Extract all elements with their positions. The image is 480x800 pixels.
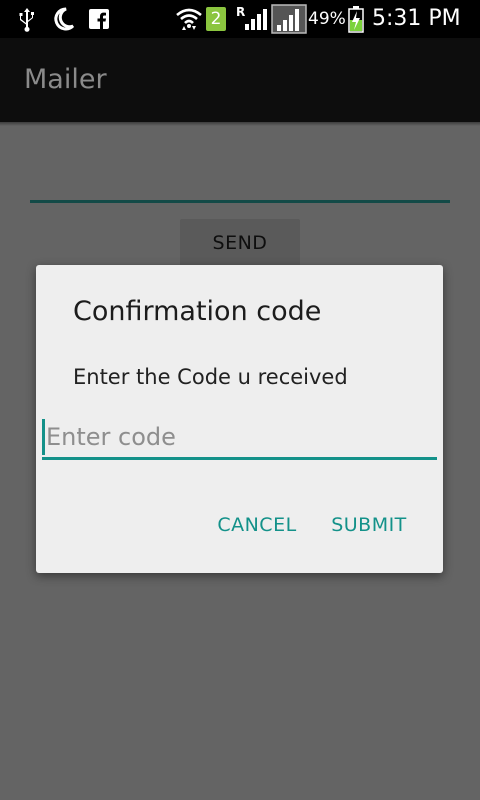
usb-icon [14, 0, 40, 38]
battery-charging-icon [346, 0, 366, 38]
sim-badge-label: 2 [206, 7, 226, 31]
email-field[interactable] [30, 150, 450, 203]
clock: 5:31 PM [372, 6, 461, 31]
app-bar-shadow [0, 122, 480, 126]
cancel-button[interactable]: CANCEL [217, 505, 297, 545]
battery-percent: 49% [308, 9, 346, 29]
wifi-icon [174, 0, 204, 38]
confirmation-dialog: Confirmation code Enter the Code u recei… [36, 265, 443, 573]
app-bar: Mailer [0, 38, 480, 122]
status-bar: 2 R 49% 5:31 PM [0, 0, 480, 38]
dialog-title: Confirmation code [73, 296, 322, 327]
submit-button[interactable]: SUBMIT [330, 505, 408, 545]
send-button-label: SEND [212, 232, 268, 254]
sim-badge-icon: 2 [204, 0, 228, 38]
moon-icon [50, 0, 76, 38]
signal-icon [238, 0, 268, 38]
text-cursor [42, 419, 45, 455]
code-input[interactable] [42, 416, 437, 460]
dialog-message: Enter the Code u received [73, 365, 348, 389]
signal-icon-2 [270, 0, 308, 38]
app-title: Mailer [24, 64, 107, 95]
facebook-icon [88, 0, 110, 38]
